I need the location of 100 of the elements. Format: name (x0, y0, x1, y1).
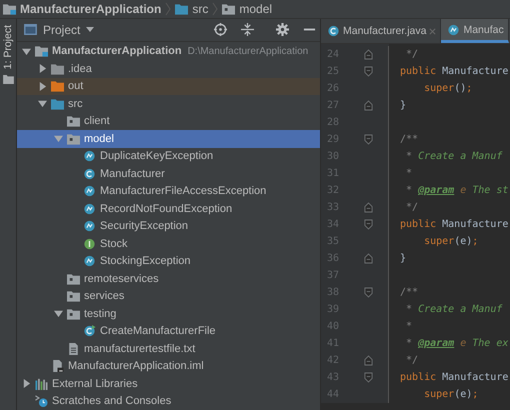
tree-row[interactable]: External Libraries (17, 375, 320, 392)
code-line: public Manufacture (400, 372, 508, 383)
folder-icon (67, 115, 80, 128)
tree-item-label: External Libraries (52, 378, 138, 390)
tree-item-label: ManufacturerApplication.iml (68, 360, 204, 372)
code-line: */ (405, 355, 418, 366)
collapsed-arrow-icon[interactable] (38, 64, 47, 74)
fold-marker-icon[interactable] (364, 202, 373, 213)
fold-marker-icon[interactable] (364, 287, 373, 298)
folder-icon (51, 62, 64, 75)
exception-class-icon (83, 202, 96, 215)
tree-item-label: ManufacturerFileAccessException (100, 185, 266, 198)
tree-row[interactable]: services (17, 288, 320, 305)
tree-item-label: services (84, 290, 124, 302)
breadcrumb-item[interactable]: src (192, 2, 208, 16)
crosshair-icon[interactable] (214, 23, 227, 36)
dropdown-caret-icon[interactable] (86, 27, 94, 32)
interface-icon (83, 238, 96, 250)
tree-row[interactable]: src (17, 95, 320, 112)
tree-row[interactable]: RecordNotFoundException (17, 200, 320, 218)
tree-row[interactable]: SecurityException (17, 218, 320, 235)
tree-item-label: StockingException (100, 255, 190, 268)
tree-row[interactable]: testing (17, 305, 320, 322)
fold-marker-icon[interactable] (364, 49, 373, 60)
expanded-arrow-icon[interactable] (54, 134, 63, 144)
tree-row[interactable]: ManufacturerFileAccessException (17, 182, 320, 200)
tree-row[interactable]: ManufacturerApplication D:\ManufacturerApplication (17, 42, 320, 60)
fold-marker-icon[interactable] (364, 66, 373, 77)
tree-item-label: SecurityException (100, 220, 188, 232)
code-line: public Manufacture (400, 66, 508, 77)
fold-marker-icon[interactable] (364, 355, 373, 366)
fold-marker-icon[interactable] (364, 219, 373, 230)
code-line: * Create a Manuf (405, 304, 502, 315)
tab-label: Manufac (463, 24, 504, 36)
fold-marker-icon[interactable] (364, 372, 373, 383)
code-line: } (400, 253, 406, 264)
folder-icon (175, 3, 188, 15)
tree-row[interactable]: Scratches and Consoles (17, 392, 320, 410)
tree-row[interactable]: Stock (17, 235, 320, 252)
class-icon (83, 168, 96, 180)
folder-icon (67, 272, 80, 285)
code-line: * Create a Manuf (405, 151, 502, 162)
code-line: /** (400, 134, 418, 145)
collapsed-arrow-icon[interactable] (38, 82, 47, 91)
settings-icon[interactable] (276, 23, 289, 36)
folder-icon (51, 80, 64, 92)
tree-item-label: out (68, 80, 84, 92)
tree-row[interactable]: manufacturertestfile.txt (17, 340, 320, 358)
tree-item-label: .idea (68, 62, 92, 75)
code-line: */ (405, 202, 418, 213)
tree-row[interactable]: client (17, 112, 320, 130)
code-line: * (405, 168, 412, 179)
folder-icon (2, 75, 14, 84)
breadcrumb-item[interactable]: ManufacturerApplication (20, 2, 162, 16)
tree-item-label: DuplicateKeyException (100, 150, 214, 162)
project-path: D:\ManufacturerApplication (188, 46, 308, 57)
tree-row[interactable]: remoteservices (17, 270, 320, 288)
tree-row[interactable]: CreateManufacturerFile (17, 322, 320, 340)
tree-item-label: manufacturertestfile.txt (84, 342, 196, 355)
tree-item-label: Scratches and Consoles (52, 395, 172, 408)
project-tool-tab[interactable]: 1: Project (2, 25, 14, 70)
tree-item-label: ManufacturerApplication (52, 45, 182, 58)
code-line: public Manufacture (400, 219, 508, 230)
tree-row[interactable]: Manufacturer (17, 165, 320, 182)
expanded-arrow-icon[interactable] (38, 99, 47, 108)
tree-item-label: model (84, 132, 114, 145)
text-file-icon (67, 342, 80, 355)
libraries-icon (35, 378, 48, 390)
fold-marker-icon[interactable] (364, 100, 373, 111)
tree-item-label: Manufacturer (100, 168, 165, 180)
exception-class-icon (83, 255, 96, 268)
tree-row[interactable]: .idea (17, 60, 320, 78)
breadcrumb-item[interactable]: model (239, 2, 272, 16)
project-folder-icon (3, 3, 16, 15)
collapsed-arrow-icon[interactable] (22, 379, 31, 388)
panel-title[interactable]: Project (43, 22, 80, 37)
tree-row[interactable]: ManufacturerApplication.iml (17, 358, 320, 375)
tree-row[interactable]: model (17, 130, 320, 148)
code-line: super(e); (423, 236, 478, 247)
fold-marker-icon[interactable] (364, 134, 373, 145)
tree-row[interactable]: StockingException (17, 252, 320, 270)
tree-item-label: testing (84, 308, 116, 320)
expanded-arrow-icon[interactable] (54, 309, 63, 318)
close-icon[interactable] (429, 28, 436, 34)
folder-icon (51, 98, 64, 110)
module-file-icon (51, 360, 64, 372)
tree-row[interactable]: out (17, 78, 320, 95)
tree-item-label: remoteservices (84, 272, 159, 285)
tab-label: Manufacturer.java (343, 25, 426, 37)
exception-class-icon (447, 24, 460, 36)
code-line: super(); (423, 83, 472, 94)
editor-tab[interactable]: Manufac (441, 19, 509, 43)
tree-item-label: Stock (100, 238, 128, 250)
code-line: super(e); (423, 389, 478, 400)
project-folder-icon (35, 45, 48, 58)
scratches-icon (35, 395, 48, 408)
collapse-all-icon[interactable] (241, 23, 254, 36)
fold-marker-icon[interactable] (364, 253, 373, 264)
expanded-arrow-icon[interactable] (22, 46, 31, 56)
tree-row[interactable]: DuplicateKeyException (17, 148, 320, 165)
